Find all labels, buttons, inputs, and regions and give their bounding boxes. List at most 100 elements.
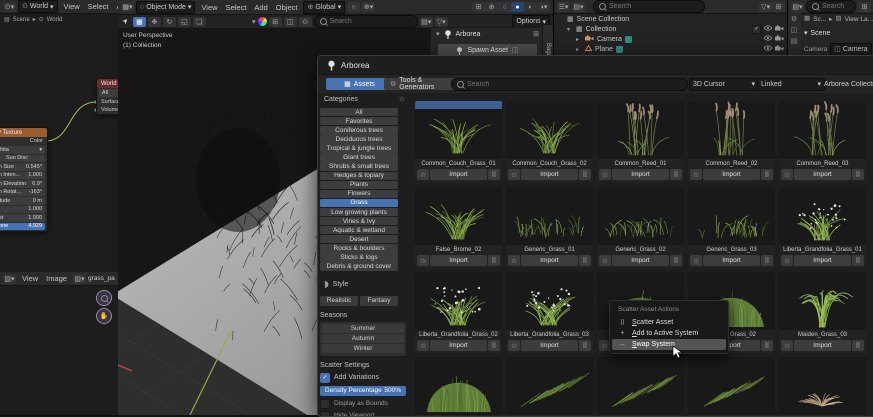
asset-card[interactable]: Maiden_Grass_03☆Import⠿ (779, 272, 866, 353)
import-button[interactable]: Import (612, 255, 669, 266)
import-button[interactable]: Import (794, 340, 851, 351)
brush-icon[interactable]: ◫ (284, 17, 297, 27)
asset-card[interactable]: ☆Import⠿ (415, 357, 502, 417)
favorite-button[interactable]: ☆ (508, 340, 520, 351)
import-button[interactable]: Import (430, 255, 487, 266)
import-button[interactable]: Import (794, 255, 851, 266)
import-button[interactable]: Import (703, 255, 760, 266)
asset-card[interactable]: ☆Import⠿ (597, 357, 684, 417)
editor-type-icon[interactable]: ▦▾ (121, 2, 134, 12)
scatter-button[interactable]: ⠿ (670, 255, 682, 266)
world-output-node[interactable]: World All Surface Volume (96, 78, 119, 115)
viewport-menu-item[interactable]: Object (272, 3, 302, 12)
snap-magnet-icon[interactable]: ∩ (347, 2, 360, 12)
scatter-button[interactable]: ⠿ (670, 169, 682, 180)
zoom-tool-button[interactable] (96, 290, 112, 306)
hide-viewport-icon[interactable] (764, 25, 772, 33)
asset-card[interactable]: Generic_Grass_03☆Import⠿ (688, 187, 775, 268)
asset-card[interactable]: Common_Couch_Grass_02☆Import⠿ (506, 101, 593, 182)
asset-card[interactable]: Liberta_Grandfolia_Grass_03☆Import⠿ (506, 272, 593, 353)
disable-render-icon[interactable] (775, 25, 784, 33)
image-menu-item[interactable]: Image (42, 274, 71, 283)
tab-render-icon[interactable]: ◫ (788, 24, 800, 35)
import-button[interactable]: Import (521, 169, 578, 180)
scatter-button[interactable]: ⠿ (488, 255, 500, 266)
asset-card[interactable]: ☆Import⠿ (506, 357, 593, 417)
panel-collapse-icon[interactable]: ▾ (436, 31, 440, 38)
favorite-button[interactable]: ☆ (781, 255, 793, 266)
disable-render-icon[interactable] (775, 35, 784, 43)
properties-search-input[interactable] (822, 3, 850, 10)
sky-texture-node[interactable]: Sky Texture Color Nishita▾ Sun Disc Sun … (0, 127, 48, 232)
outliner-row-scene-collection[interactable]: ▦Scene Collection (554, 14, 788, 24)
sun-disc-toggle[interactable]: Sun Disc (0, 155, 45, 163)
favorite-button[interactable]: ☆ (508, 255, 520, 266)
scatter-button[interactable]: ⠿ (579, 169, 591, 180)
context-item-scatter-asset[interactable]: ⠿Scatter Asset (612, 317, 726, 328)
import-button[interactable]: Import (703, 169, 760, 180)
scatter-button[interactable]: ⠿ (488, 169, 500, 180)
volume-input-socket[interactable]: Volume (97, 106, 119, 114)
asset-card[interactable]: False_Brome_02☆Import⠿ (415, 187, 502, 268)
mask-icon[interactable]: ⊙ (299, 17, 312, 27)
tool-search-field[interactable] (314, 15, 418, 28)
scatter-button[interactable]: ⠿ (488, 340, 500, 351)
hide-viewport-icon[interactable] (764, 45, 772, 53)
orientation-dropdown[interactable]: ⊕Global▾ (303, 1, 345, 14)
import-button[interactable]: Import (521, 340, 578, 351)
image-menu-item[interactable]: View (18, 274, 42, 283)
sky-field-sun-size[interactable]: Sun Size0.545° (0, 163, 45, 171)
sky-field-dust[interactable]: Dust1.000 (0, 214, 45, 222)
import-button[interactable]: Import (794, 169, 851, 180)
editor-type-icon[interactable]: ▨▾ (3, 274, 16, 284)
scene-panel-header[interactable]: ▾Scene (804, 29, 830, 37)
favorite-button[interactable]: ☆ (508, 169, 520, 180)
asset-card[interactable]: Common_Reed_01☆Import⠿ (597, 101, 684, 182)
sky-type-dropdown[interactable]: Nishita▾ (0, 146, 45, 154)
editor-type-icon[interactable]: ▤▾ (791, 2, 804, 12)
scale-tool[interactable]: ◱ (178, 17, 191, 27)
import-button[interactable]: Import (612, 169, 669, 180)
favorite-button[interactable]: ☆ (690, 255, 702, 266)
outliner-row-camera[interactable]: ▸Camera (554, 34, 788, 44)
tool-search-input[interactable] (330, 18, 412, 25)
asset-card[interactable]: ☆Import⠿ (688, 357, 775, 417)
exclude-checkbox[interactable]: ✓ (752, 25, 761, 34)
select-box-tool[interactable]: ▦ (133, 17, 146, 27)
favorite-button[interactable]: ☆ (781, 340, 793, 351)
xray-toggle-icon[interactable]: ⊞ (472, 2, 485, 12)
asset-card[interactable]: Common_Reed_02☆Import⠿ (688, 101, 775, 182)
display-mode-icon[interactable]: ▤▾ (572, 2, 585, 12)
scatter-button[interactable]: ⠿ (852, 169, 864, 180)
asset-card[interactable]: Liberta_Grandfolia_Grass_02☆Import⠿ (415, 272, 502, 353)
asset-card[interactable]: ☆Import⠿ (779, 357, 866, 417)
viewport-menu-item[interactable]: Select (222, 3, 251, 12)
expand-icon[interactable]: ▸ (576, 36, 582, 43)
world-target-dropdown[interactable]: All (99, 89, 119, 97)
favorite-button[interactable]: ☆ (417, 340, 429, 351)
hide-viewport-icon[interactable] (764, 35, 772, 43)
proportional-edit-icon[interactable]: ⊕▾ (362, 2, 375, 12)
world-node-header[interactable]: World (97, 79, 119, 88)
sky-field-sun-rotat-[interactable]: Sun Rotat...-163° (0, 189, 45, 197)
asset-card[interactable]: Common_Reed_03☆Import⠿ (779, 101, 866, 182)
sky-field-ozone[interactable]: Ozone4.929 (0, 223, 45, 231)
paint-chevron-icon[interactable]: ▾ (252, 18, 256, 26)
outliner-row-plane[interactable]: ▸Plane (554, 44, 788, 54)
sky-field-air[interactable]: Air1.000 (0, 206, 45, 214)
favorite-button[interactable]: ☆ (417, 255, 429, 266)
sky-field-sun-inten-[interactable]: Sun Inten...1.000 (0, 172, 45, 180)
sky-node-header[interactable]: Sky Texture (0, 128, 47, 137)
viewport-menu-item[interactable]: Add (250, 3, 271, 12)
favorite-button[interactable]: ☆ (599, 169, 611, 180)
new-collection-icon[interactable]: ⊞ (772, 2, 785, 12)
viewport-menu-item[interactable]: View (197, 3, 221, 12)
sky-field-sun-elevation[interactable]: Sun Elevation6.9° (0, 180, 45, 188)
rotate-tool[interactable]: ↻ (163, 17, 176, 27)
shading-rendered-icon[interactable]: ◑▾ (537, 2, 550, 12)
filter-icon[interactable]: ▽▾ (759, 2, 772, 12)
favorite-button[interactable]: ☆ (417, 169, 429, 180)
expand-icon[interactable]: ▾ (567, 26, 573, 33)
tab-output-icon[interactable]: ▤ (788, 35, 800, 46)
scatter-button[interactable]: ⠿ (761, 340, 773, 351)
